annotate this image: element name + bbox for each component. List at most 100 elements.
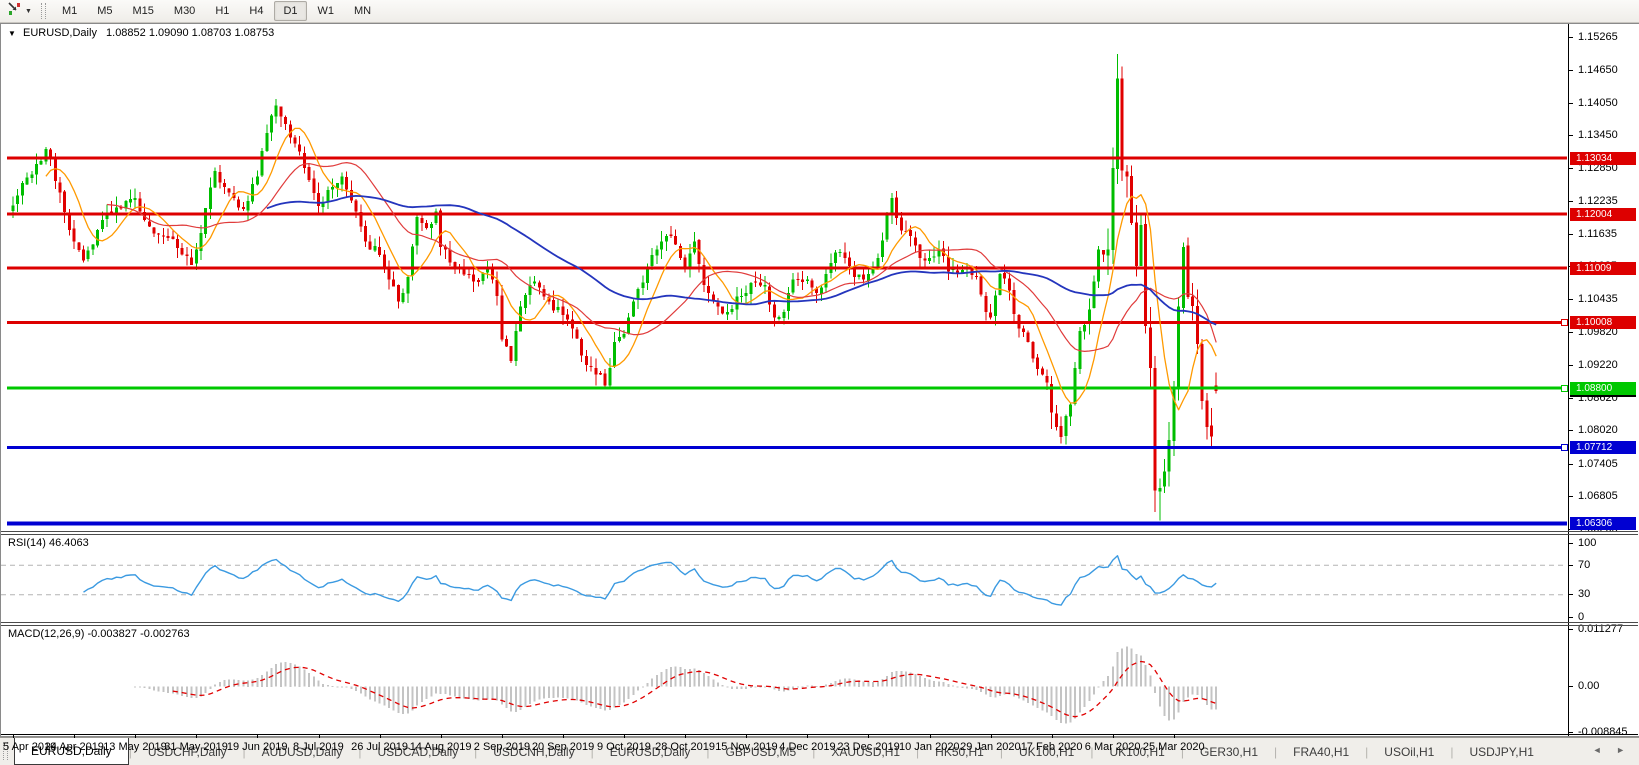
level-price-tag: 1.08800: [1570, 381, 1636, 395]
axis-tick-mark: [1569, 102, 1573, 104]
price-axis-label: 1.09220: [1578, 358, 1618, 371]
date-axis-label: 19 Jun 2019: [226, 741, 288, 753]
date-axis-label: 20 Sep 2019: [531, 741, 595, 753]
axis-tick-mark: [1569, 364, 1573, 366]
date-axis-label: 15 Nov 2019: [715, 741, 778, 753]
timeframe-button-w1[interactable]: W1: [309, 1, 344, 21]
axis-tick-mark: [1569, 332, 1573, 334]
pane-separator[interactable]: [1, 531, 1638, 532]
axis-tick-mark: [1569, 564, 1573, 566]
date-tick-mark: [74, 735, 76, 738]
date-tick-mark: [562, 735, 564, 738]
date-axis-label: 4 Dec 2019: [779, 741, 836, 753]
chart-symbol-label: EURUSD,Daily: [22, 27, 97, 39]
price-chart-pane[interactable]: [1, 24, 1568, 531]
price-axis-label: 1.10435: [1578, 292, 1618, 305]
macd-indicator-pane[interactable]: [1, 626, 1568, 734]
timeframe-button-mn[interactable]: MN: [345, 1, 380, 21]
axis-tick-mark: [1569, 686, 1573, 688]
axis-tick-mark: [1569, 496, 1573, 497]
axis-tick-mark: [1569, 233, 1573, 235]
level-price-tag: 1.11009: [1570, 261, 1636, 275]
rsi-indicator-pane[interactable]: [1, 535, 1568, 622]
date-tick-mark: [379, 735, 381, 738]
date-tick-mark: [318, 735, 320, 738]
date-tick-mark: [807, 735, 809, 738]
date-tick-mark: [1051, 735, 1053, 738]
timeframe-button-d1[interactable]: D1: [274, 1, 307, 21]
level-drag-handle[interactable]: [1561, 319, 1568, 327]
date-axis-label: 31 May 2019: [164, 741, 228, 753]
date-axis-label: 29 Jan 2020: [960, 741, 1021, 753]
rsi-axis-label: 30: [1578, 588, 1591, 601]
pane-separator[interactable]: [1, 622, 1638, 623]
timeframe-button-m30[interactable]: M30: [165, 1, 204, 21]
level-drag-handle[interactable]: [1561, 384, 1568, 392]
price-axis-label: 1.06805: [1578, 490, 1618, 502]
date-axis-label: 23 Dec 2019: [837, 741, 900, 753]
date-axis-label: 8 Jul 2019: [293, 741, 344, 753]
axis-tick-mark: [1569, 69, 1573, 71]
rsi-axis-label: 0: [1578, 610, 1585, 623]
date-axis-label: 2 Sep 2019: [473, 741, 531, 753]
timeframe-button-h4[interactable]: H4: [240, 1, 272, 21]
axis-tick-mark: [1569, 430, 1573, 431]
date-tick-mark: [624, 735, 625, 738]
date-tick-mark: [13, 735, 14, 738]
axis-tick-mark: [1569, 298, 1573, 300]
level-price-tag: 1.06306: [1570, 517, 1636, 531]
top-toolbar: ▼ M1 M5 M15 M30 H1 H4 D1 W1 MN: [0, 0, 1639, 23]
level-drag-handle[interactable]: [1561, 443, 1568, 451]
date-axis: 5 Apr 2019 24 Apr 2019 13 May 2019 31 May 2…: [1, 734, 1638, 761]
macd-axis-label: 0.00: [1578, 680, 1600, 693]
price-axis-label: 1.14050: [1578, 96, 1618, 109]
date-tick-mark: [440, 735, 442, 738]
level-price-tag: 1.12004: [1570, 207, 1636, 221]
date-axis-label: 9 Oct 2019: [597, 741, 651, 753]
axis-tick-mark: [1569, 167, 1573, 169]
timeframe-button-m1[interactable]: M1: [53, 1, 86, 21]
date-axis-label: 28 Oct 2019: [655, 741, 716, 753]
date-tick-mark: [196, 735, 198, 738]
price-axis-label: 1.08020: [1578, 424, 1618, 436]
date-tick-mark: [1112, 735, 1114, 738]
axis-tick-mark: [1569, 397, 1573, 399]
date-axis-label: 13 May 2019: [103, 741, 167, 753]
chart-cursor-icon: [7, 1, 22, 21]
axis-tick-mark: [1569, 594, 1573, 596]
date-tick-mark: [257, 735, 259, 738]
chevron-down-icon: ▼: [25, 7, 32, 15]
chart-cursor-tool[interactable]: ▼: [2, 0, 37, 23]
price-axis-label: 1.15265: [1578, 30, 1618, 43]
axis-tick-mark: [1569, 135, 1573, 137]
axis-tick-mark: [1569, 463, 1573, 465]
toolbar-drag-grip[interactable]: [40, 3, 46, 19]
chart-title: ▼ EURUSD,Daily 1.08852 1.09090 1.08703 1…: [8, 27, 274, 39]
date-tick-mark: [929, 735, 931, 738]
pane-separator[interactable]: [1, 534, 1638, 535]
date-tick-mark: [135, 735, 137, 738]
collapse-caret-icon[interactable]: ▼: [8, 29, 16, 38]
date-tick-mark: [1173, 735, 1175, 738]
level-price-tag: 1.13034: [1570, 151, 1636, 165]
date-axis-label: 24 Apr 2019: [44, 741, 104, 753]
timeframe-button-m5[interactable]: M5: [88, 1, 121, 21]
timeframe-button-h1[interactable]: H1: [206, 1, 238, 21]
rsi-axis-label: 100: [1578, 536, 1597, 549]
date-axis-label: 17 Feb 2020: [1020, 741, 1083, 753]
date-tick-mark: [746, 735, 748, 738]
axis-tick-mark: [1569, 628, 1573, 630]
chart-ohlc-values: 1.08852 1.09090 1.08703 1.08753: [106, 27, 275, 39]
date-axis-label: 10 Jan 2020: [899, 741, 960, 753]
date-tick-mark: [685, 735, 687, 738]
date-axis-label: 25 Mar 2020: [1142, 741, 1205, 753]
axis-tick-mark: [1569, 542, 1573, 544]
macd-label: MACD(12,26,9) -0.003827 -0.002763: [8, 628, 190, 640]
timeframe-button-m15[interactable]: M15: [124, 1, 163, 21]
price-axis-label: 1.07405: [1578, 457, 1618, 470]
axis-tick-mark: [1569, 201, 1573, 203]
date-axis-label: 26 Jul 2019: [351, 741, 408, 753]
date-axis-label: 14 Aug 2019: [409, 741, 472, 753]
date-tick-mark: [501, 735, 503, 738]
pane-separator[interactable]: [1, 625, 1638, 626]
